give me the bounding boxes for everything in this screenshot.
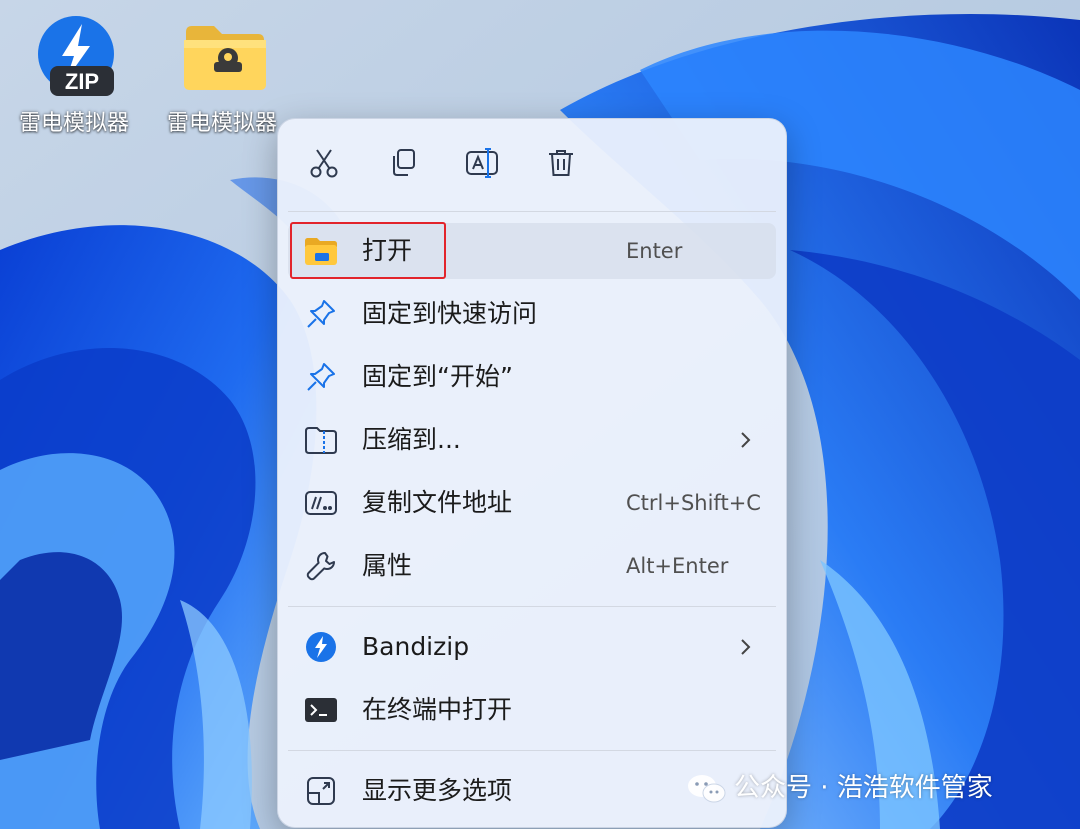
rename-button[interactable] (454, 139, 510, 191)
menu-item-shortcut: Alt+Enter (626, 554, 729, 578)
menu-item-shortcut: Enter (626, 239, 683, 263)
zip-archive-icon: ZIP (34, 14, 118, 98)
menu-item-label: 压缩到... (362, 425, 461, 454)
pin-icon (304, 361, 338, 393)
pin-icon (304, 298, 338, 330)
watermark-text: 公众号 · 浩浩软件管家 (734, 773, 993, 803)
menu-item-bandizip[interactable]: Bandizip (288, 619, 776, 675)
wrench-icon (304, 550, 338, 582)
menu-separator (288, 606, 776, 607)
desktop-icon-label: 雷电模拟器 (166, 111, 277, 136)
desktop: ZIP 雷电模拟器 雷电模拟器 打开 Enter 固定到快速访问 固定到“开始”… (0, 0, 1080, 829)
more-options-icon (304, 775, 338, 807)
copy-button[interactable] (375, 139, 431, 191)
chevron-right-icon (741, 432, 751, 448)
terminal-icon (304, 694, 338, 726)
menu-item-label: 固定到快速访问 (362, 299, 538, 328)
watermark: 公众号 · 浩浩软件管家 (686, 768, 1066, 808)
menu-item-compress-to[interactable]: 压缩到... (288, 412, 776, 468)
menu-separator (288, 211, 776, 212)
highlight-box (290, 222, 446, 279)
desktop-icon-folder[interactable]: 雷电模拟器 (152, 8, 292, 140)
copy-icon (386, 146, 420, 184)
menu-item-open-in-terminal[interactable]: 在终端中打开 (288, 682, 776, 738)
menu-item-label: 属性 (362, 551, 413, 580)
menu-item-label: Bandizip (362, 632, 470, 661)
menu-separator (288, 750, 776, 751)
menu-item-label: 复制文件地址 (362, 488, 513, 517)
copy-path-icon (304, 487, 338, 519)
menu-item-label: 显示更多选项 (362, 776, 513, 805)
rename-icon (464, 146, 500, 184)
wechat-icon (686, 772, 728, 810)
delete-button[interactable] (533, 139, 589, 191)
menu-item-pin-quick-access[interactable]: 固定到快速访问 (288, 286, 776, 342)
menu-item-copy-path[interactable]: 复制文件地址 Ctrl+Shift+C (288, 475, 776, 531)
cut-button[interactable] (296, 139, 352, 191)
menu-item-properties[interactable]: 属性 Alt+Enter (288, 538, 776, 594)
svg-text:ZIP: ZIP (65, 69, 99, 94)
menu-item-pin-start[interactable]: 固定到“开始” (288, 349, 776, 405)
desktop-icon-label: 雷电模拟器 (18, 111, 129, 136)
bandizip-icon (304, 631, 338, 663)
desktop-icon-zip[interactable]: ZIP 雷电模拟器 (4, 8, 144, 140)
scissors-icon (307, 146, 341, 184)
menu-item-label: 在终端中打开 (362, 695, 513, 724)
menu-item-label: 固定到“开始” (362, 362, 513, 391)
folder-icon (182, 14, 266, 98)
menu-item-shortcut: Ctrl+Shift+C (626, 491, 761, 515)
chevron-right-icon (741, 639, 751, 655)
zip-folder-icon (304, 424, 338, 456)
trash-icon (544, 146, 578, 184)
